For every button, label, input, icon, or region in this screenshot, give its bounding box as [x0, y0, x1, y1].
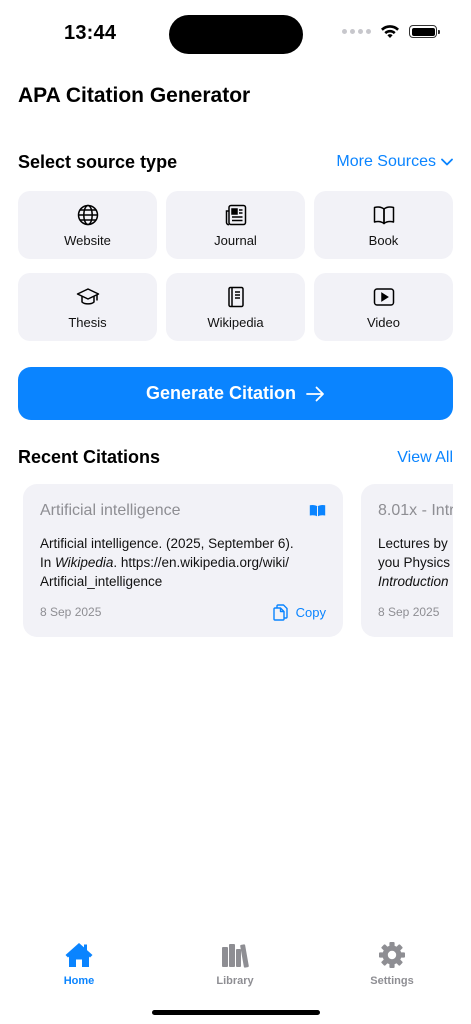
arrow-right-icon [306, 386, 324, 401]
source-wikipedia-button[interactable]: Wikipedia [166, 273, 305, 341]
source-label: Thesis [68, 314, 107, 330]
citation-italic-segment: Introduction [378, 574, 449, 589]
status-time: 13:44 [64, 22, 117, 44]
citation-italic-segment: Wikipedia [55, 555, 114, 570]
copy-label: Copy [295, 605, 326, 620]
citation-text: Lectures by you Physics Introduction [378, 534, 453, 591]
copy-button[interactable]: Copy [272, 604, 326, 621]
source-label: Journal [214, 232, 257, 248]
citation-date: 8 Sep 2025 [40, 605, 102, 619]
tab-label: Settings [370, 975, 414, 987]
view-all-button[interactable]: View All [397, 449, 453, 467]
book-icon [373, 205, 394, 224]
chevron-down-icon [441, 158, 453, 166]
newspaper-icon [225, 204, 246, 225]
source-label: Video [366, 314, 400, 330]
source-label: Wikipedia [207, 314, 264, 330]
tab-home[interactable]: Home [39, 941, 119, 987]
citation-line: In Wikipedia. https://en.wikipedia.org/w… [40, 553, 326, 572]
books-icon [222, 944, 249, 968]
citation-title: 8.01x - Intr [378, 502, 453, 519]
play-icon [373, 287, 394, 306]
citation-text-segment: . https://en.wikipedia.org/wiki/ [113, 555, 290, 570]
source-type-grid: Website Journal Book Thesis Wikipedia Vi… [18, 191, 453, 341]
source-label: Website [64, 232, 111, 248]
copy-icon [272, 604, 288, 621]
source-book-button[interactable]: Book [314, 191, 453, 259]
source-thesis-button[interactable]: Thesis [18, 273, 157, 341]
citation-line: Artificial intelligence. (2025, Septembe… [40, 536, 294, 551]
signal-icon [342, 29, 371, 34]
citation-title: Artificial intelligence [40, 502, 181, 519]
more-sources-label: More Sources [336, 153, 436, 170]
globe-icon [77, 204, 98, 225]
wiki-book-icon [227, 286, 244, 307]
home-indicator [152, 1010, 320, 1015]
citation-date: 8 Sep 2025 [378, 605, 440, 619]
source-journal-button[interactable]: Journal [166, 191, 305, 259]
recent-citations-carousel[interactable]: Artificial intelligence Artificial intel… [0, 484, 453, 639]
book-icon [309, 505, 326, 517]
graduation-cap-icon [76, 287, 99, 305]
battery-icon [409, 25, 440, 38]
source-website-button[interactable]: Website [18, 191, 157, 259]
house-icon [65, 943, 93, 967]
citation-line: Lectures by [378, 536, 448, 551]
gear-icon [379, 942, 405, 968]
citation-card[interactable]: Artificial intelligence Artificial intel… [23, 484, 343, 637]
recent-citations-title: Recent Citations [18, 447, 161, 467]
dynamic-island [169, 15, 303, 54]
citation-line: you Physics [378, 555, 451, 570]
generate-citation-button[interactable]: Generate Citation [18, 367, 453, 420]
citation-line: Artificial_intelligence [40, 574, 163, 589]
generate-citation-label: Generate Citation [145, 383, 297, 403]
more-sources-button[interactable]: More Sources [336, 153, 453, 171]
citation-text-segment: In [40, 555, 56, 570]
page-title: APA Citation Generator [18, 84, 251, 107]
citation-text: Artificial intelligence. (2025, Septembe… [40, 534, 326, 591]
tab-library[interactable]: Library [195, 941, 275, 987]
citation-line: Introduction [378, 572, 453, 591]
source-section-title: Select source type [18, 152, 178, 172]
citation-card[interactable]: 8.01x - Intr Lectures by you Physics Int… [361, 484, 453, 637]
tab-bar: Home Library Settings [0, 935, 471, 995]
tab-label: Home [63, 975, 95, 987]
status-indicators [342, 24, 440, 39]
tab-label: Library [216, 975, 254, 987]
source-label: Book [368, 232, 399, 248]
tab-settings[interactable]: Settings [352, 941, 432, 987]
source-video-button[interactable]: Video [314, 273, 453, 341]
wifi-icon [381, 25, 399, 38]
